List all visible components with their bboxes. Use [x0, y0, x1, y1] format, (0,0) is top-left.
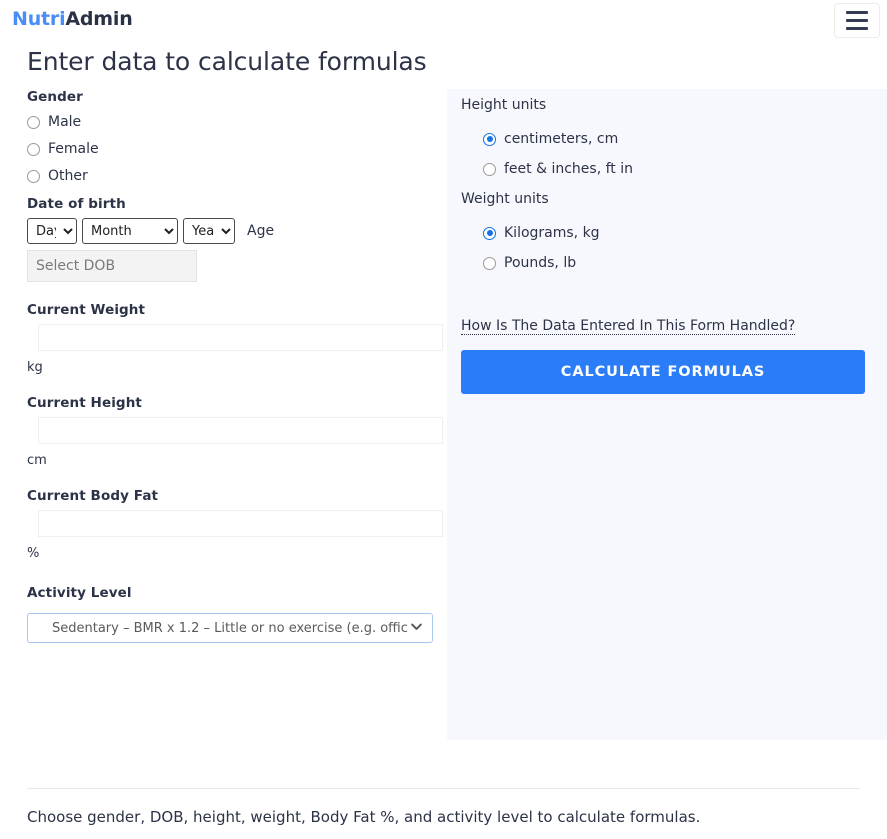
page-title: Enter data to calculate formulas: [27, 47, 427, 76]
brand-logo-secondary: Admin: [65, 8, 132, 30]
current-body-fat-unit: %: [27, 546, 447, 561]
app-page: NutriAdmin Enter data to calculate formu…: [0, 0, 887, 839]
activity-level-select-wrap: Sedentary – BMR x 1.2 – Little or no exe…: [27, 607, 433, 643]
radio-icon[interactable]: [483, 163, 496, 176]
gender-option-other[interactable]: Other: [27, 165, 447, 187]
footer-help-text: Choose gender, DOB, height, weight, Body…: [27, 808, 700, 826]
gender-option-female[interactable]: Female: [27, 138, 447, 160]
hamburger-bar: [846, 19, 868, 22]
hamburger-menu-icon[interactable]: [834, 3, 880, 38]
weight-unit-pounds[interactable]: Pounds, lb: [483, 255, 887, 271]
activity-level-field-group: Activity Level Sedentary – BMR x 1.2 – L…: [27, 585, 447, 643]
current-height-unit: cm: [27, 453, 447, 468]
dob-display-field: Select DOB: [27, 250, 197, 282]
current-height-label: Current Height: [27, 395, 447, 411]
current-body-fat-field-group: Current Body Fat %: [27, 488, 447, 561]
current-height-input[interactable]: [38, 417, 443, 444]
brand-logo-primary: Nutri: [12, 8, 65, 30]
gender-option-female-label: Female: [48, 141, 99, 157]
radio-icon[interactable]: [483, 257, 496, 270]
weight-unit-kilograms[interactable]: Kilograms, kg: [483, 225, 887, 241]
gender-label: Gender: [27, 89, 447, 105]
data-entry-form: Gender Male Female Other Date of birth D…: [27, 89, 447, 643]
date-of-birth-label: Date of birth: [27, 196, 447, 212]
radio-icon[interactable]: [27, 143, 40, 156]
gender-option-male-label: Male: [48, 114, 81, 130]
current-height-field-group: Current Height cm: [27, 395, 447, 468]
height-unit-centimeters-label: centimeters, cm: [504, 131, 618, 147]
height-unit-feet-inches[interactable]: feet & inches, ft in: [483, 161, 887, 177]
current-body-fat-label: Current Body Fat: [27, 488, 447, 504]
current-weight-input[interactable]: [38, 324, 443, 351]
current-weight-field-group: Current Weight kg: [27, 302, 447, 375]
brand-logo[interactable]: NutriAdmin: [12, 8, 133, 30]
app-header: NutriAdmin: [0, 0, 887, 40]
weight-unit-kilograms-label: Kilograms, kg: [504, 225, 600, 241]
footer-divider: [27, 788, 860, 789]
weight-units-label: Weight units: [461, 191, 887, 207]
current-weight-label: Current Weight: [27, 302, 447, 318]
activity-level-select[interactable]: Sedentary – BMR x 1.2 – Little or no exe…: [27, 613, 433, 643]
gender-option-male[interactable]: Male: [27, 111, 447, 133]
units-panel: Height units centimeters, cm feet & inch…: [447, 89, 887, 740]
units-panel-inner: Height units centimeters, cm feet & inch…: [447, 89, 887, 394]
weight-units-options: Kilograms, kg Pounds, lb: [483, 225, 887, 271]
current-weight-unit: kg: [27, 360, 447, 375]
radio-icon[interactable]: [483, 133, 496, 146]
radio-icon[interactable]: [27, 170, 40, 183]
dob-day-select[interactable]: Day: [27, 218, 77, 244]
gender-option-other-label: Other: [48, 168, 88, 184]
date-of-birth-controls: Day Month Year Age: [27, 218, 447, 244]
radio-icon[interactable]: [483, 227, 496, 240]
height-unit-centimeters[interactable]: centimeters, cm: [483, 131, 887, 147]
weight-unit-pounds-label: Pounds, lb: [504, 255, 576, 271]
privacy-link-wrap: How Is The Data Entered In This Form Han…: [461, 315, 887, 335]
dob-month-select[interactable]: Month: [82, 218, 178, 244]
hamburger-bar: [846, 27, 868, 30]
height-units-label: Height units: [461, 97, 887, 113]
hamburger-bar: [846, 11, 868, 14]
data-handling-link[interactable]: How Is The Data Entered In This Form Han…: [461, 318, 795, 335]
calculate-formulas-button[interactable]: CALCULATE FORMULAS: [461, 350, 865, 394]
age-label: Age: [247, 223, 274, 239]
current-body-fat-input[interactable]: [38, 510, 443, 537]
dob-year-select[interactable]: Year: [183, 218, 235, 244]
activity-level-label: Activity Level: [27, 585, 447, 601]
radio-icon[interactable]: [27, 116, 40, 129]
height-units-options: centimeters, cm feet & inches, ft in: [483, 131, 887, 177]
height-unit-feet-inches-label: feet & inches, ft in: [504, 161, 633, 177]
